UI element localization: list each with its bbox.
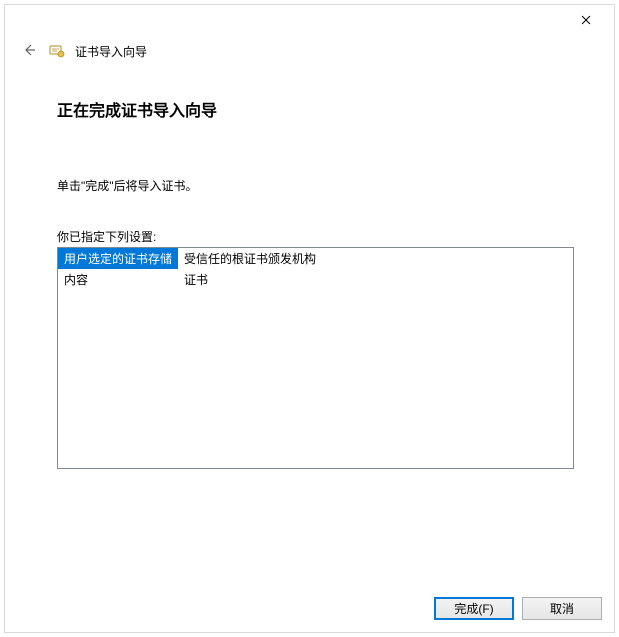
instruction-text: 单击"完成"后将导入证书。 (57, 177, 574, 194)
wizard-footer: 完成(F) 取消 (5, 584, 614, 632)
close-button[interactable] (566, 7, 606, 35)
certificate-icon (49, 43, 65, 59)
wizard-window: 证书导入向导 正在完成证书导入向导 单击"完成"后将导入证书。 你已指定下列设置… (4, 4, 615, 633)
wizard-header: 证书导入向导 (5, 37, 614, 69)
table-row[interactable]: 用户选定的证书存储 受信任的根证书颁发机构 (58, 248, 573, 269)
finish-button[interactable]: 完成(F) (434, 597, 514, 620)
close-icon (581, 14, 591, 28)
setting-key: 内容 (58, 269, 178, 290)
settings-listbox[interactable]: 用户选定的证书存储 受信任的根证书颁发机构 内容 证书 (57, 247, 574, 469)
setting-key: 用户选定的证书存储 (58, 248, 178, 269)
setting-value: 证书 (178, 269, 573, 290)
wizard-content: 正在完成证书导入向导 单击"完成"后将导入证书。 你已指定下列设置: 用户选定的… (5, 69, 614, 584)
arrow-left-icon (22, 43, 36, 60)
setting-value: 受信任的根证书颁发机构 (178, 248, 573, 269)
titlebar (5, 5, 614, 37)
page-heading: 正在完成证书导入向导 (57, 97, 574, 121)
wizard-title: 证书导入向导 (75, 43, 147, 60)
settings-label: 你已指定下列设置: (57, 228, 574, 245)
table-row[interactable]: 内容 证书 (58, 269, 573, 290)
settings-table: 用户选定的证书存储 受信任的根证书颁发机构 内容 证书 (58, 248, 573, 290)
back-button[interactable] (19, 41, 39, 61)
cancel-button[interactable]: 取消 (522, 597, 602, 620)
